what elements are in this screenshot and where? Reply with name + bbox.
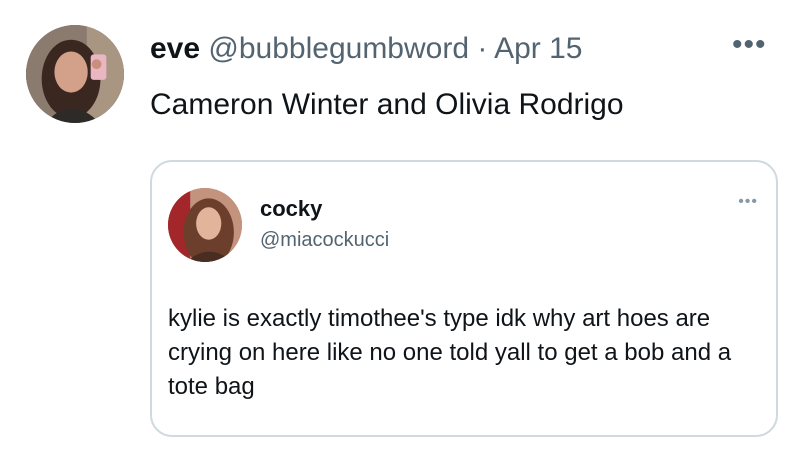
author-handle[interactable]: @bubblegumbword: [208, 32, 469, 65]
quoted-more-horizontal-icon[interactable]: •••: [738, 192, 758, 212]
author-avatar[interactable]: [26, 25, 124, 123]
tweet-header: eve @bubblegumbword · Apr 15: [150, 30, 582, 68]
author-name[interactable]: eve: [150, 32, 200, 65]
quoted-tweet-card[interactable]: cocky @miacockucci ••• kylie is exactly …: [150, 160, 778, 437]
separator-dot: ·: [477, 32, 488, 65]
quoted-tweet-text: kylie is exactly timothee's type idk why…: [168, 305, 732, 400]
more-horizontal-icon[interactable]: •••: [732, 26, 767, 64]
quoted-author-avatar[interactable]: [168, 188, 242, 262]
quoted-author-handle[interactable]: @miacockucci: [260, 228, 389, 252]
tweet-date[interactable]: Apr 15: [494, 32, 582, 65]
quoted-author-avatar-image: [168, 188, 242, 262]
quoted-author-name[interactable]: cocky: [260, 196, 322, 222]
tweet-text: Cameron Winter and Olivia Rodrigo: [150, 88, 624, 121]
author-avatar-image: [26, 25, 124, 123]
tweet: eve @bubblegumbword · Apr 15 ••• Cameron…: [0, 0, 800, 465]
